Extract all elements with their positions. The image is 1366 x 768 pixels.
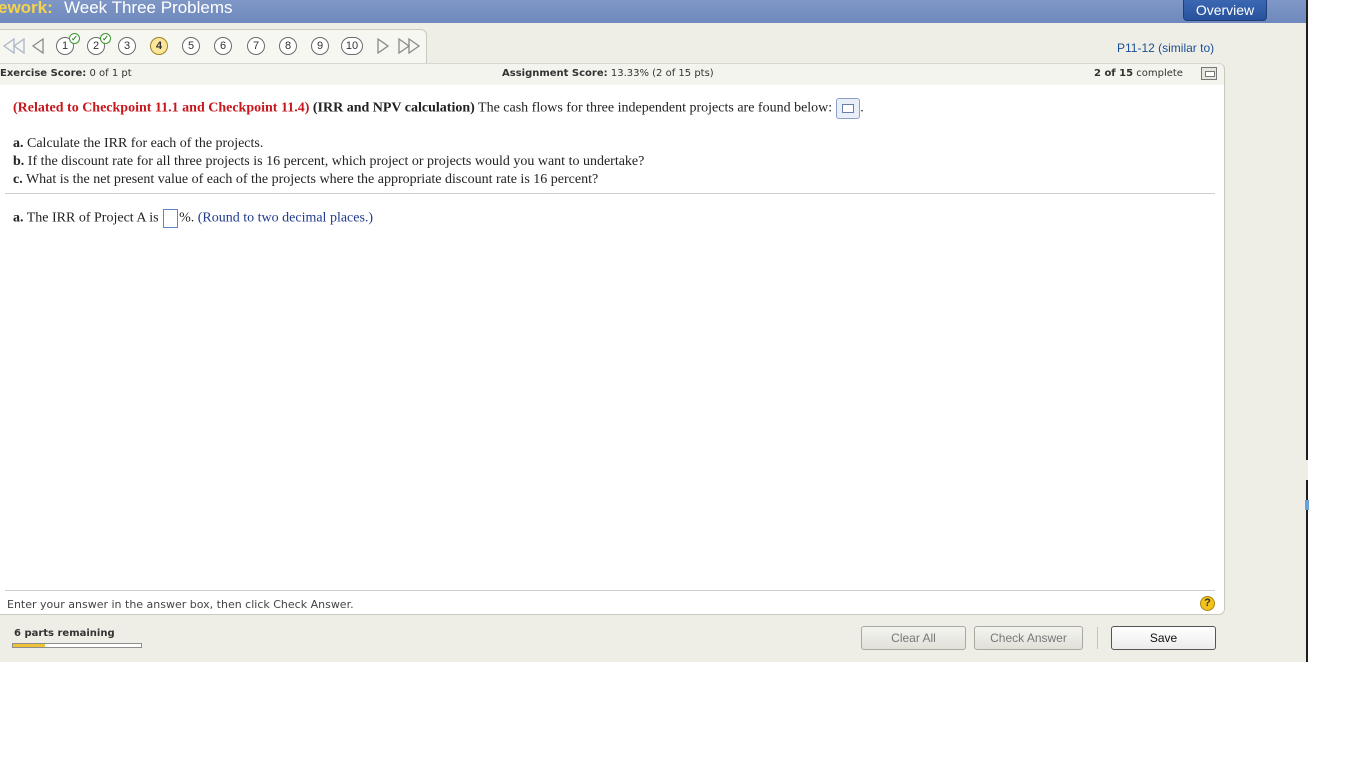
question-number: 5 [187,40,195,52]
answer-suffix: %. [179,210,195,226]
print-icon[interactable] [1201,67,1217,80]
exercise-score-label: Exercise Score: [0,68,87,79]
exercise-score: Exercise Score: 0 of 1 pt [0,68,132,79]
first-question-icon[interactable] [2,38,30,54]
data-table-icon[interactable] [836,98,861,119]
check-answer-button[interactable]: Check Answer [974,626,1083,650]
app-window: ework: Week Three Problems Overview 1 ✓ … [0,0,1308,662]
question-number: 3 [123,40,131,52]
help-icon[interactable]: ? [1200,596,1215,611]
completion-status: 2 of 15 complete [1094,68,1183,79]
exercise-score-value: 0 of 1 pt [89,68,132,79]
completion-count: 2 of 15 [1094,68,1134,79]
instruction-hint: Enter your answer in the answer box, the… [7,598,354,611]
answer-letter: a. [13,210,24,226]
question-number: 2 [92,40,100,52]
previous-question-icon[interactable] [31,38,45,54]
part-text: If the discount rate for all three proje… [27,154,645,169]
question-number: 8 [284,40,292,52]
question-part: b. If the discount rate for all three pr… [13,154,644,172]
question-intro-text: The cash flows for three independent pro… [478,100,833,116]
question-panel: (Related to Checkpoint 11.1 and Checkpoi… [0,85,1225,615]
title-prefix: ework: [0,0,53,17]
next-question-icon[interactable] [376,38,390,54]
question-topic: (IRR and NPV calculation) [312,100,475,116]
answer-prefix: The IRR of Project A is [26,210,159,226]
question-number: 6 [219,40,227,52]
completed-check-icon: ✓ [100,33,111,44]
completed-check-icon: ✓ [69,33,80,44]
question-nav: 1 ✓ 2 ✓ 3 4 5 6 7 8 9 10 [0,29,427,64]
part-letter: a. [13,136,24,151]
question-intro: (Related to Checkpoint 11.1 and Checkpoi… [13,98,864,119]
window-edge [1306,0,1308,662]
question-part: c. What is the net present value of each… [13,172,644,190]
question-2-button[interactable]: 2 ✓ [87,33,111,55]
question-number: 9 [316,40,324,52]
question-4-button[interactable]: 4 [150,37,168,55]
save-button[interactable]: Save [1111,626,1216,650]
part-text: What is the net present value of each of… [25,172,599,187]
question-1-button[interactable]: 1 ✓ [56,33,80,55]
progress-fill [13,644,45,647]
assignment-score-label: Assignment Score: [502,68,608,79]
question-number: 4 [155,40,163,52]
irr-answer-input[interactable] [163,209,179,228]
assignment-score-value: 13.33% (2 of 15 pts) [610,68,714,79]
question-7-button[interactable]: 7 [247,37,265,55]
window-edge-gap [1306,460,1308,480]
question-10-button[interactable]: 10 [341,37,363,55]
clear-all-button[interactable]: Clear All [861,626,966,650]
parts-progress-bar [12,643,142,648]
page-title: Week Three Problems [64,0,233,17]
divider [5,193,1215,194]
question-5-button[interactable]: 5 [182,37,200,55]
overview-button[interactable]: Overview [1183,0,1267,21]
question-9-button[interactable]: 9 [311,37,329,55]
question-number: 10 [345,40,359,52]
score-bar: Exercise Score: 0 of 1 pt Assignment Sco… [0,63,1225,85]
part-text: Calculate the IRR for each of the projec… [27,136,264,151]
completion-word: complete [1136,68,1183,79]
parts-remaining: 6 parts remaining [14,628,115,639]
rounding-note: (Round to two decimal places.) [197,210,374,226]
question-8-button[interactable]: 8 [279,37,297,55]
question-part: a. Calculate the IRR for each of the pro… [13,136,644,154]
question-number: 7 [252,40,260,52]
question-intro-end: . [860,100,864,116]
divider [5,590,1215,591]
question-parts: a. Calculate the IRR for each of the pro… [13,136,644,190]
button-separator [1097,627,1098,649]
answer-line: a. The IRR of Project A is %. (Round to … [13,209,373,228]
question-number: 1 [61,40,69,52]
question-3-button[interactable]: 3 [118,37,136,55]
last-question-icon[interactable] [395,38,423,54]
part-letter: b. [13,154,25,169]
related-checkpoints: (Related to Checkpoint 11.1 and Checkpoi… [13,100,310,116]
window-edge-marker [1305,500,1309,510]
part-letter: c. [13,172,23,187]
problem-id: P11-12 (similar to) [1117,41,1215,55]
title-bar: ework: Week Three Problems Overview [0,0,1308,23]
question-6-button[interactable]: 6 [214,37,232,55]
assignment-score: Assignment Score: 13.33% (2 of 15 pts) [502,68,714,79]
